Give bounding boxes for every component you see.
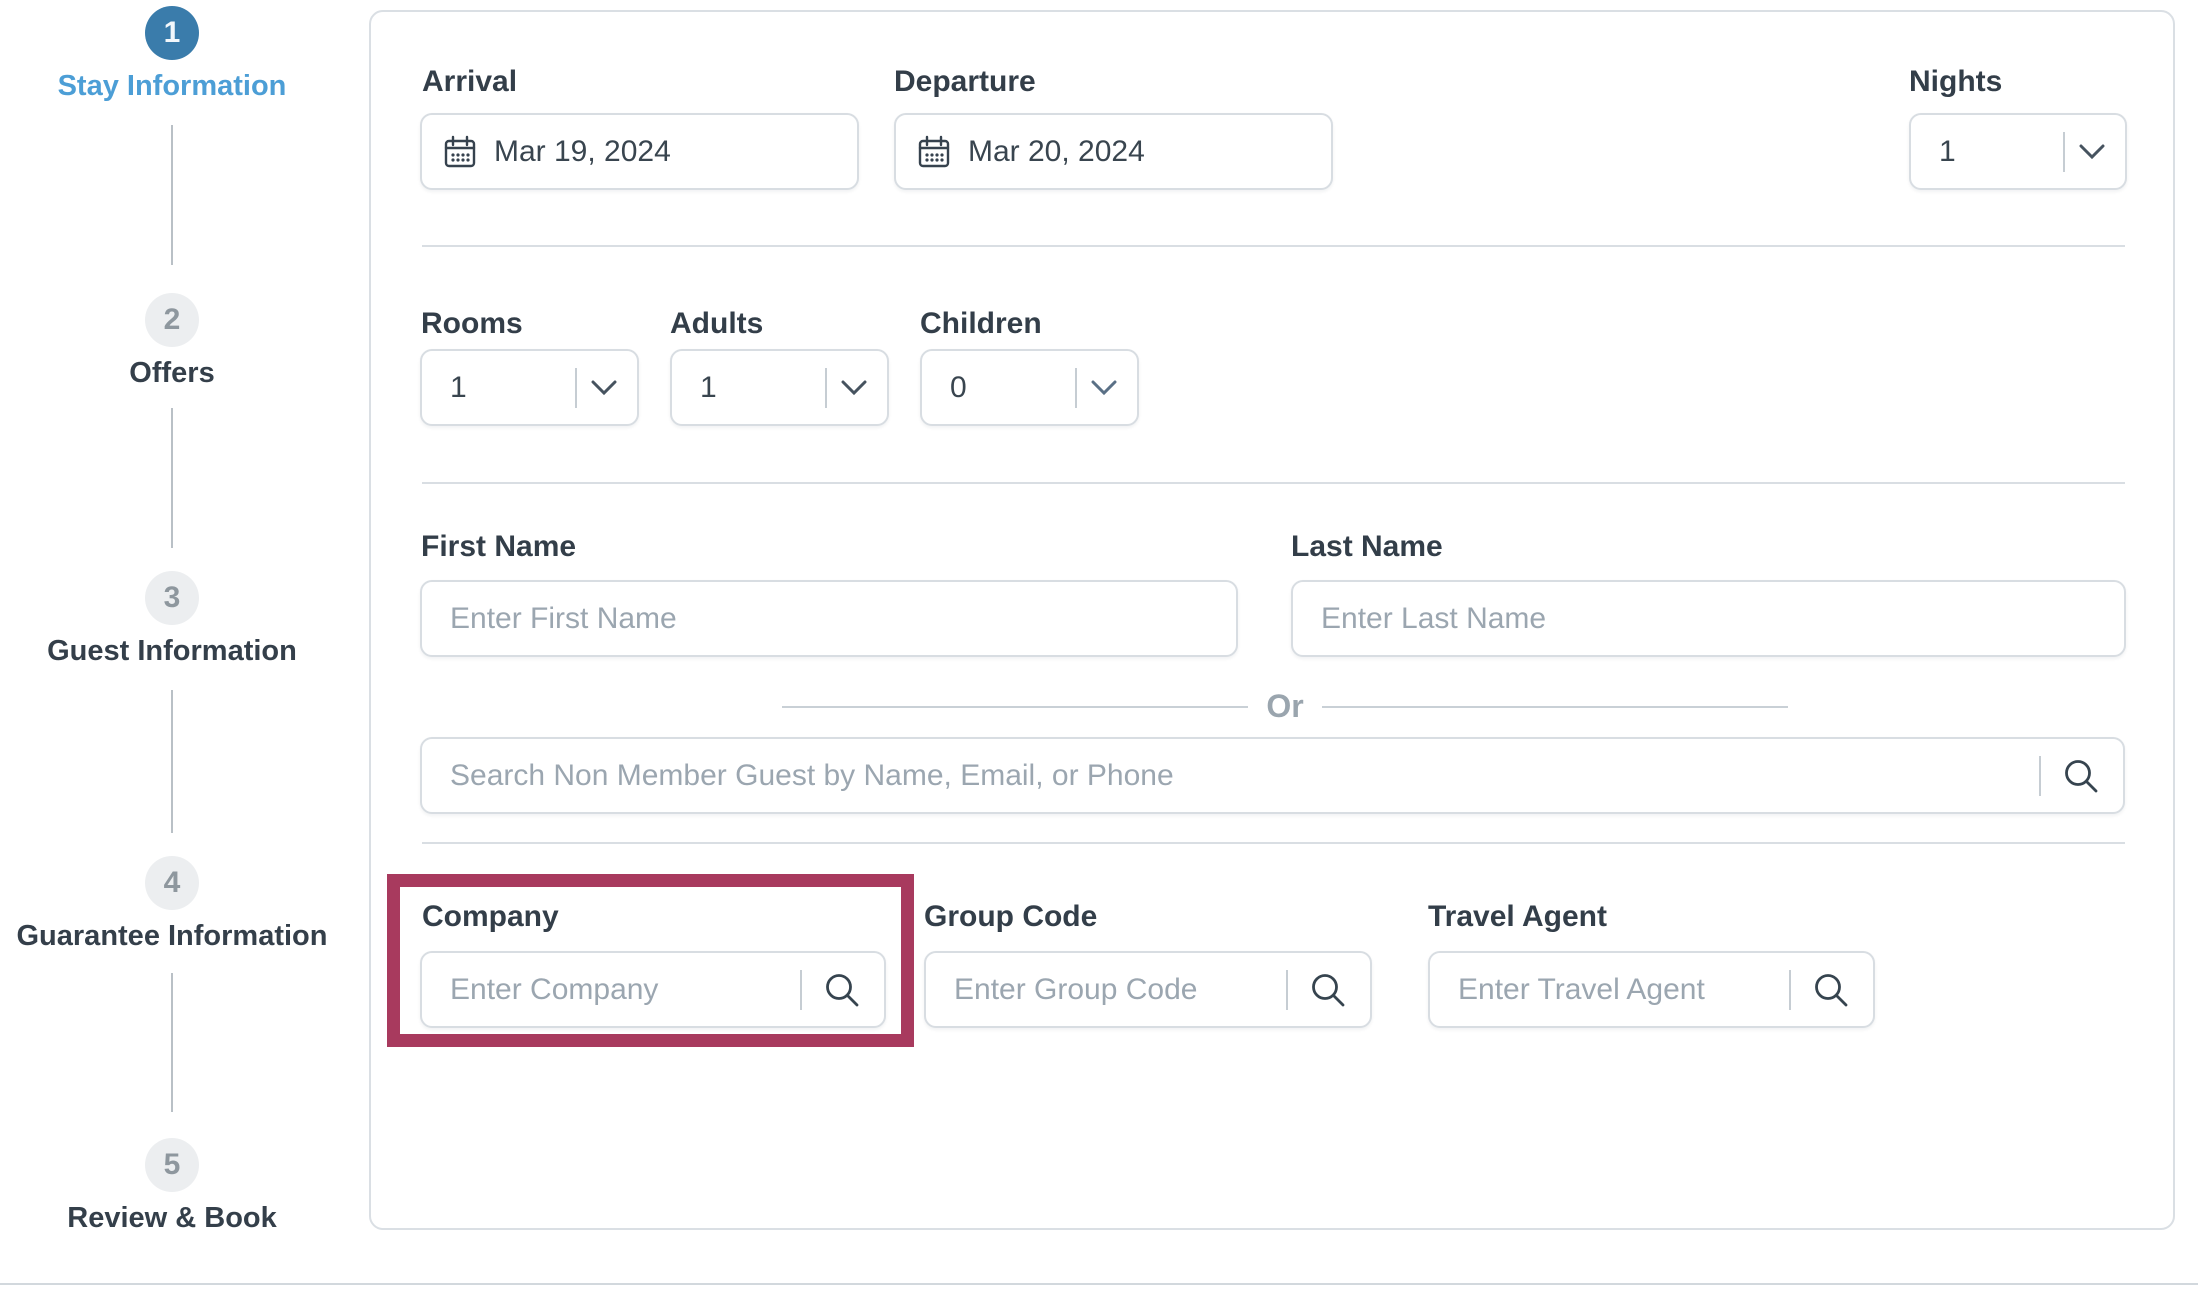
step-label: Guest Information (47, 635, 297, 668)
step-number-badge: 3 (145, 571, 199, 625)
departure-label: Departure (894, 65, 1036, 99)
step-number-badge: 4 (145, 856, 199, 910)
group-code-label: Group Code (924, 900, 1097, 934)
rooms-label: Rooms (421, 307, 523, 341)
travel-agent-label: Travel Agent (1428, 900, 1607, 934)
stay-information-card: Arrival Departure Nights Mar 19, 2024 (369, 10, 2175, 1230)
field-divider (800, 970, 802, 1010)
last-name-label: Last Name (1291, 530, 1443, 564)
step-number: 3 (164, 581, 181, 615)
adults-value: 1 (700, 371, 825, 405)
step-label: Offers (129, 357, 214, 390)
step-number-badge: 2 (145, 293, 199, 347)
stepper-step-stay-information[interactable]: 1 Stay Information (0, 6, 352, 103)
select-divider (1075, 368, 1077, 408)
nights-value: 1 (1939, 135, 2063, 169)
arrival-date-value: Mar 19, 2024 (494, 135, 671, 169)
first-name-label: First Name (421, 530, 576, 564)
step-number-badge: 5 (145, 1138, 199, 1192)
or-divider: Or (782, 688, 1788, 725)
departure-date-value: Mar 20, 2024 (968, 135, 1145, 169)
last-name-input[interactable] (1293, 602, 2102, 636)
chevron-down-icon (1091, 380, 1117, 396)
search-icon[interactable] (822, 970, 862, 1010)
step-number: 4 (164, 866, 181, 900)
select-divider (575, 368, 577, 408)
stepper-step-review-book[interactable]: 5 Review & Book (0, 1138, 352, 1235)
nights-label: Nights (1909, 65, 2002, 99)
chevron-down-icon (2079, 144, 2105, 160)
step-number: 2 (164, 303, 181, 337)
stepper-step-guest-information[interactable]: 3 Guest Information (0, 571, 352, 668)
adults-select[interactable]: 1 (670, 349, 889, 426)
group-code-field (924, 951, 1372, 1028)
calendar-icon (442, 134, 478, 170)
booking-screen: 1 Stay Information 2 Offers 3 Guest Info… (0, 0, 2198, 1306)
or-text: Or (1266, 688, 1303, 725)
nights-select[interactable]: 1 (1909, 113, 2127, 190)
step-number: 5 (164, 1148, 181, 1182)
rooms-select[interactable]: 1 (420, 349, 639, 426)
travel-agent-input[interactable] (1430, 973, 1789, 1007)
step-label: Review & Book (67, 1202, 277, 1235)
children-select[interactable]: 0 (920, 349, 1139, 426)
first-name-input[interactable] (422, 602, 1214, 636)
step-label: Guarantee Information (17, 920, 328, 953)
arrival-label: Arrival (422, 65, 517, 99)
step-label: Stay Information (58, 70, 287, 103)
section-divider (422, 482, 2125, 484)
section-divider (422, 245, 2125, 247)
rooms-value: 1 (450, 371, 575, 405)
travel-agent-field (1428, 951, 1875, 1028)
stepper-connector (171, 408, 173, 548)
stepper-connector (171, 690, 173, 833)
stepper-connector (171, 973, 173, 1112)
guest-search-field (420, 737, 2125, 814)
company-input[interactable] (422, 973, 800, 1007)
company-label: Company (422, 900, 559, 934)
stepper-step-guarantee-information[interactable]: 4 Guarantee Information (0, 856, 352, 953)
stepper-connector (171, 125, 173, 265)
adults-label: Adults (670, 307, 763, 341)
page-bottom-divider (0, 1283, 2198, 1285)
arrival-date-field[interactable]: Mar 19, 2024 (420, 113, 859, 190)
field-divider (2039, 756, 2041, 796)
field-divider (1789, 970, 1791, 1010)
field-divider (1286, 970, 1288, 1010)
chevron-down-icon (591, 380, 617, 396)
select-divider (2063, 132, 2065, 172)
chevron-down-icon (841, 380, 867, 396)
section-divider (422, 842, 2125, 844)
guest-search-input[interactable] (422, 759, 2039, 793)
or-divider-line (1322, 706, 1788, 708)
children-label: Children (920, 307, 1042, 341)
search-icon[interactable] (1308, 970, 1348, 1010)
company-field (420, 951, 886, 1028)
calendar-icon (916, 134, 952, 170)
stepper-step-offers[interactable]: 2 Offers (0, 293, 352, 390)
stepper: 1 Stay Information 2 Offers 3 Guest Info… (0, 0, 369, 1306)
search-icon[interactable] (2061, 756, 2101, 796)
or-divider-line (782, 706, 1248, 708)
first-name-field (420, 580, 1238, 657)
group-code-input[interactable] (926, 973, 1286, 1007)
last-name-field (1291, 580, 2126, 657)
step-number: 1 (164, 16, 181, 50)
children-value: 0 (950, 371, 1075, 405)
departure-date-field[interactable]: Mar 20, 2024 (894, 113, 1333, 190)
search-icon[interactable] (1811, 970, 1851, 1010)
select-divider (825, 368, 827, 408)
step-number-badge: 1 (145, 6, 199, 60)
